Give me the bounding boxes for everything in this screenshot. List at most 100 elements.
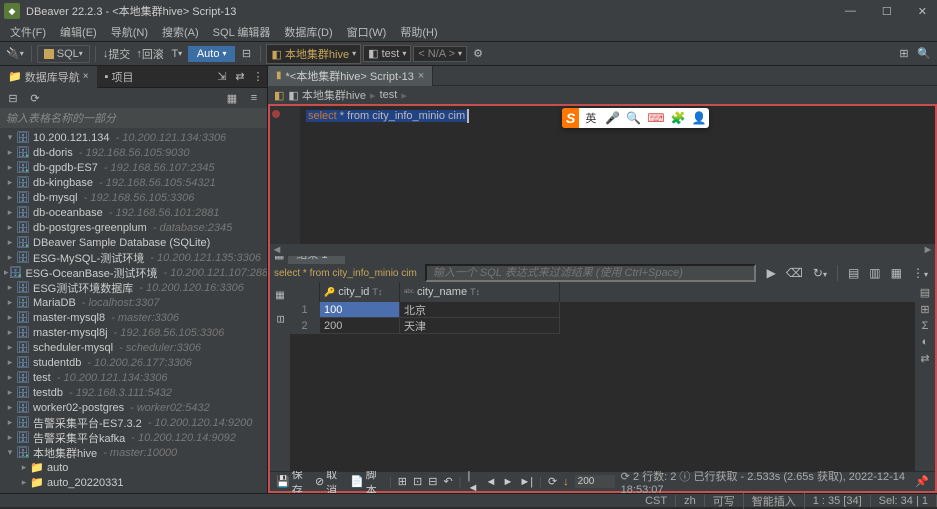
new-connection-icon[interactable]: 🔌▾	[4, 45, 26, 63]
menu-SQL 编辑器[interactable]: SQL 编辑器	[207, 22, 277, 42]
sql-editor-button[interactable]: SQL▾	[37, 45, 90, 63]
settings-icon[interactable]: ⚙	[469, 45, 487, 63]
tree-node-db-kingbase[interactable]: ▸🗄db-kingbase- 192.168.56.105:54321	[0, 175, 267, 190]
rollback-button[interactable]: ↑ 回滚	[134, 45, 166, 63]
tree-node-auto[interactable]: ▸📁auto	[0, 460, 267, 475]
tree-node-db-doris[interactable]: ▸🗄db-doris- 192.168.56.105:9030	[0, 145, 267, 160]
add-row-icon[interactable]: ⊞	[398, 475, 407, 488]
tree-node-ESG测试环境数据库[interactable]: ▸🗄ESG测试环境数据库- 10.200.120.16:3306	[0, 280, 267, 295]
calc-icon[interactable]: Σ	[922, 320, 929, 332]
last-page-icon[interactable]: ►|	[519, 476, 533, 488]
panel2-icon[interactable]: ▥	[866, 266, 883, 280]
tree-node-告警采集平台kafka[interactable]: ▸🗄告警采集平台kafka- 10.200.120.14:9092	[0, 430, 267, 445]
value-icon[interactable]: ◐	[922, 336, 929, 348]
menu-编辑(E)[interactable]: 编辑(E)	[54, 22, 103, 42]
connection-combo[interactable]: ◧ 本地集群hive▾	[266, 44, 361, 64]
tree-node-auto_20220331[interactable]: ▸📁auto_20220331	[0, 475, 267, 490]
filter-toggle-icon[interactable]: ▦	[223, 89, 241, 107]
cell[interactable]: 200	[320, 318, 400, 334]
tx-log-icon[interactable]: ⊟	[237, 45, 255, 63]
close-editor-tab-icon[interactable]: ×	[418, 70, 424, 82]
next-page-icon[interactable]: ►	[502, 476, 513, 488]
refresh-icon[interactable]: ⟳	[26, 89, 44, 107]
cell[interactable]: 100	[320, 302, 400, 318]
ime-search-icon[interactable]: 🔍	[623, 111, 644, 125]
expand-all-icon[interactable]: ⊟	[4, 89, 22, 107]
ime-keyboard-icon[interactable]: ⌨	[644, 111, 667, 125]
close-tab-icon[interactable]: ×	[83, 71, 89, 82]
tree-node-db-oceanbase[interactable]: ▸🗄db-oceanbase- 192.168.56.101:2881	[0, 205, 267, 220]
results-grid[interactable]: 🔑city_idT↕ ᵃᵇᶜcity_nameT↕ 1 100 北京 2 200…	[290, 282, 915, 471]
commit-button[interactable]: ↓ 提交	[101, 45, 133, 63]
prev-page-icon[interactable]: ◄	[486, 476, 497, 488]
link-icon[interactable]: ⇄	[231, 68, 249, 86]
tree-node-master-mysql8j[interactable]: ▸🗄master-mysql8j- 192.168.56.105:3306	[0, 325, 267, 340]
schema-combo[interactable]: < N/A >▾	[413, 46, 467, 62]
menu-搜索(A)[interactable]: 搜索(A)	[156, 22, 205, 42]
ime-voice-icon[interactable]: 🎤	[602, 111, 623, 125]
history-icon[interactable]: ↻▾	[810, 266, 830, 280]
ime-tool-icon[interactable]: 🧩	[668, 111, 689, 125]
delete-row-icon[interactable]: ⊟	[428, 475, 437, 488]
pin-icon[interactable]: 📌	[915, 475, 929, 488]
refresh-results-icon[interactable]: ⟳	[548, 475, 557, 488]
tree-node-master-mysql8[interactable]: ▸🗄master-mysql8- master:3306	[0, 310, 267, 325]
maximize-button[interactable]: ☐	[876, 5, 898, 18]
view-menu-icon[interactable]: ≡	[245, 89, 263, 107]
minimize-button[interactable]: —	[839, 5, 862, 18]
col-header-city-id[interactable]: 🔑city_idT↕	[320, 282, 400, 302]
ime-lang[interactable]: 英	[579, 110, 602, 126]
clear-filter-icon[interactable]: ⌫	[783, 266, 806, 280]
row-number[interactable]: 2	[290, 318, 320, 334]
tree-node-testdb[interactable]: ▸🗄testdb- 192.168.3.111:5432	[0, 385, 267, 400]
max-rows-input[interactable]	[575, 475, 615, 488]
auto-commit-combo[interactable]: Auto▾	[188, 46, 236, 62]
search-icon[interactable]: 🔍	[915, 45, 933, 63]
tree-node-test[interactable]: ▸🗄test- 10.200.121.134:3306	[0, 370, 267, 385]
ime-toolbar[interactable]: S 英 🎤 🔍 ⌨ 🧩 👤	[562, 108, 709, 128]
tree-node-ESG-OceanBase-测试环境[interactable]: ▸🗄ESG-OceanBase-测试环境- 10.200.121.107:288…	[0, 265, 267, 280]
col-header-city-name[interactable]: ᵃᵇᶜcity_nameT↕	[400, 282, 560, 302]
tree-node-DBeaver Sample Database (SQLite)[interactable]: ▸🗄DBeaver Sample Database (SQLite)	[0, 235, 267, 250]
panel-menu-icon[interactable]: ⋮▾	[909, 266, 931, 280]
close-button[interactable]: ✕	[912, 5, 933, 18]
row-header[interactable]	[290, 282, 320, 302]
tree-node-db-postgres-greenplum[interactable]: ▸🗄db-postgres-greenplum- database:2345	[0, 220, 267, 235]
tree-node-db-mysql[interactable]: ▸🗄db-mysql- 192.168.56.105:3306	[0, 190, 267, 205]
perspective-icon[interactable]: ⊞	[895, 45, 913, 63]
revert-icon[interactable]: ↶	[443, 475, 452, 488]
menu-窗口(W)[interactable]: 窗口(W)	[341, 22, 393, 42]
tab-projects[interactable]: ▪ 项目	[97, 66, 142, 88]
first-page-icon[interactable]: |◄	[468, 470, 480, 494]
breadcrumb-conn[interactable]: ◧ 本地集群hive	[288, 87, 366, 103]
cell[interactable]: 天津	[400, 318, 560, 334]
sort-icon[interactable]: T↕	[470, 287, 480, 297]
panels-icon[interactable]: ▤	[920, 286, 930, 299]
tree-node-ESG-MySQL-测试环境[interactable]: ▸🗄ESG-MySQL-测试环境- 10.200.121.135:3306	[0, 250, 267, 265]
menu-导航(N)[interactable]: 导航(N)	[105, 22, 154, 42]
text-view-tab[interactable]: ⊟	[273, 311, 288, 327]
breadcrumb-db[interactable]: test	[380, 89, 398, 101]
menu-文件(F)[interactable]: 文件(F)	[4, 22, 52, 42]
database-combo[interactable]: ◧ test▾	[363, 45, 411, 62]
menu-icon[interactable]: ⋮	[249, 68, 267, 86]
cell[interactable]: 北京	[400, 302, 560, 318]
scroll-right-icon[interactable]: ►	[921, 244, 935, 256]
grouping-icon[interactable]: ⊞	[920, 303, 929, 316]
collapse-icon[interactable]: ⇲	[213, 68, 231, 86]
tx-dropdown[interactable]: T▾	[168, 45, 186, 63]
tree-node-告警采集平台-ES7.3.2[interactable]: ▸🗄告警采集平台-ES7.3.2- 10.200.120.14:9200	[0, 415, 267, 430]
tab-db-navigator[interactable]: 📁 数据库导航 ×	[0, 66, 97, 88]
editor-tab-script13[interactable]: ▮*<本地集群hive> Script-13×	[268, 66, 433, 86]
editor-gutter[interactable]	[270, 106, 300, 244]
duplicate-row-icon[interactable]: ⊡	[413, 475, 422, 488]
panel3-icon[interactable]: ▦	[888, 266, 905, 280]
tree-node-10.200.121.134[interactable]: ▾🗄10.200.121.134- 10.200.121.134:3306	[0, 130, 267, 145]
ime-user-icon[interactable]: 👤	[689, 111, 710, 125]
grid-view-tab[interactable]: ▦	[273, 286, 288, 305]
panel-toggle-icon[interactable]: ▤	[845, 266, 862, 280]
breakpoint-icon[interactable]	[272, 110, 280, 118]
result-filter-input[interactable]	[425, 264, 756, 282]
tree-node-db-gpdb-ES7[interactable]: ▸🗄db-gpdb-ES7- 192.168.56.107:2345	[0, 160, 267, 175]
tree-node-本地集群hive[interactable]: ▾🗄本地集群hive- master:10000	[0, 445, 267, 460]
